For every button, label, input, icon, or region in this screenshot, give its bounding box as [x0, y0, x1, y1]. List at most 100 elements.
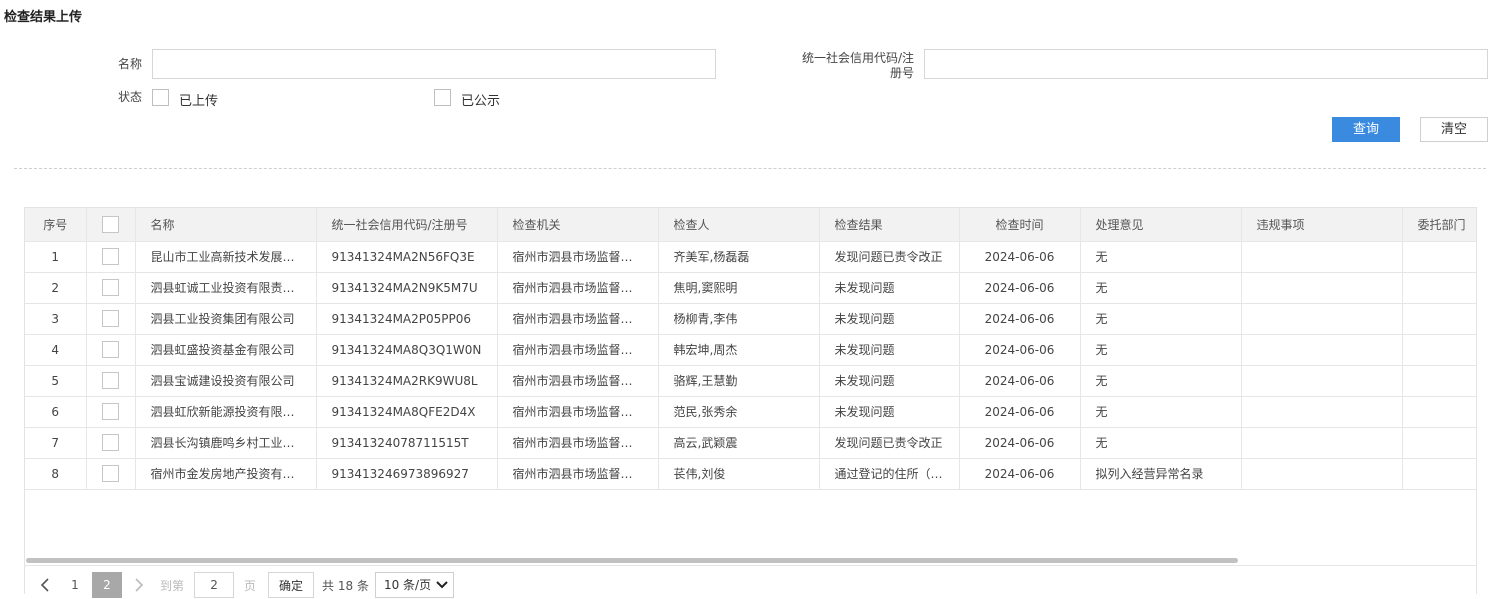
row-select[interactable]	[86, 303, 136, 335]
page-size-value: 10 条/页	[383, 578, 432, 592]
row-credit-code: 91341324MA2N56FQ3E	[316, 241, 498, 273]
row-credit-code: 91341324MA8QFE2D4X	[316, 396, 498, 428]
goto-confirm-button[interactable]: 确定	[268, 572, 315, 598]
row-select[interactable]	[86, 365, 136, 397]
goto-page-input[interactable]: 2	[194, 572, 235, 598]
row-entrusted-dept	[1402, 458, 1476, 490]
row-inspector: 骆辉,王慧勤	[658, 365, 820, 397]
name-input[interactable]	[152, 49, 716, 79]
row-credit-code: 91341324078711515T	[316, 427, 498, 459]
page-1-button[interactable]: 1	[60, 572, 90, 598]
chevron-right-icon	[135, 578, 144, 592]
total-count: 共 18 条	[322, 578, 369, 593]
col-header-opinion: 处理意见	[1080, 208, 1242, 242]
row-checkbox[interactable]	[102, 403, 119, 420]
row-credit-code: 91341324MA2P05PP06	[316, 303, 498, 335]
col-header-select-all[interactable]	[86, 208, 136, 242]
row-opinion: 无	[1080, 303, 1242, 335]
row-credit-code: 91341324MA2RK9WU8L	[316, 365, 498, 397]
status-uploaded-checkbox[interactable]	[152, 89, 169, 106]
row-select[interactable]	[86, 334, 136, 366]
row-select[interactable]	[86, 241, 136, 273]
row-authority: 宿州市泗县市场监督管理局	[497, 365, 659, 397]
row-date: 2024-06-06	[959, 241, 1081, 273]
row-credit-code: 91341324MA2N9K5M7U	[316, 272, 498, 304]
table-row[interactable]: 6 泗县虹欣新能源投资有限公司 91341324MA8QFE2D4X 宿州市泗县市场监…	[25, 396, 1476, 428]
table-row[interactable]: 8 宿州市金发房地产投资有限公司 913413246973896927 宿州市泗县市场…	[25, 458, 1476, 490]
row-violations	[1241, 396, 1403, 428]
page-size-select[interactable]: 10 条/页	[374, 572, 455, 598]
row-select[interactable]	[86, 427, 136, 459]
query-button[interactable]: 查询	[1332, 117, 1400, 142]
table-row[interactable]: 4 泗县虹盛投资基金有限公司 91341324MA8Q3Q1W0N 宿州市泗县市场监督…	[25, 334, 1476, 366]
row-checkbox[interactable]	[102, 341, 119, 358]
table-row[interactable]: 2 泗县虹诚工业投资有限责任公司 91341324MA2N9K5M7U 宿州市泗县市场…	[25, 272, 1476, 304]
row-inspector: 韩宏坤,周杰	[658, 334, 820, 366]
name-label: 名称	[117, 57, 142, 71]
row-select[interactable]	[86, 396, 136, 428]
page-title: 检查结果上传	[4, 10, 83, 25]
table-row[interactable]: 7 泗县长沟镇鹿鸣乡村工业园区 91341324078711515T 宿州市泗县市场监…	[25, 427, 1476, 459]
row-checkbox[interactable]	[102, 248, 119, 265]
row-name: 泗县工业投资集团有限公司	[135, 303, 317, 335]
row-date: 2024-06-06	[959, 396, 1081, 428]
row-inspector: 杨柳青,李伟	[658, 303, 820, 335]
table-row[interactable]: 1 昆山市工业高新技术发展投资有限公司91341324MA2N56FQ3E宿州市泗…	[25, 241, 1476, 273]
clear-button[interactable]: 清空	[1420, 117, 1488, 142]
row-opinion: 无	[1080, 427, 1242, 459]
goto-prefix: 到第	[160, 578, 185, 593]
row-entrusted-dept	[1402, 272, 1476, 304]
row-index: 8	[25, 458, 87, 490]
row-violations	[1241, 458, 1403, 490]
row-authority: 宿州市泗县市场监督管理局	[497, 334, 659, 366]
row-result: 未发现问题	[819, 303, 960, 335]
credit-code-label: 统一社会信用代码/注 册号	[770, 51, 914, 81]
row-entrusted-dept	[1402, 396, 1476, 428]
row-index: 3	[25, 303, 87, 335]
row-select[interactable]	[86, 272, 136, 304]
page-2-button[interactable]: 2	[92, 572, 122, 598]
row-checkbox[interactable]	[102, 465, 119, 482]
col-header-result: 检查结果	[819, 208, 960, 242]
row-checkbox[interactable]	[102, 279, 119, 296]
table-row[interactable]: 5 泗县宝诚建设投资有限公司 91341324MA2RK9WU8L 宿州市泗县市场监督…	[25, 365, 1476, 397]
row-inspector: 高云,武颖震	[658, 427, 820, 459]
horizontal-scrollbar[interactable]	[26, 558, 1238, 563]
row-result: 未发现问题	[819, 365, 960, 397]
row-violations	[1241, 272, 1403, 304]
row-checkbox[interactable]	[102, 310, 119, 327]
row-result: 未发现问题	[819, 272, 960, 304]
row-inspector: 焦明,窦熙明	[658, 272, 820, 304]
row-date: 2024-06-06	[959, 334, 1081, 366]
prev-page-button[interactable]	[30, 572, 60, 598]
row-opinion: 无	[1080, 272, 1242, 304]
row-name: 泗县虹诚工业投资有限责任公司	[135, 272, 317, 304]
chevron-left-icon	[40, 578, 49, 592]
credit-code-label-line2: 册号	[889, 66, 914, 80]
credit-code-input[interactable]	[924, 49, 1488, 79]
row-opinion: 无	[1080, 241, 1242, 273]
col-header-credit-code: 统一社会信用代码/注册号	[316, 208, 498, 242]
chevron-down-icon	[436, 581, 448, 589]
row-entrusted-dept	[1402, 427, 1476, 459]
row-name: 宿州市金发房地产投资有限公司	[135, 458, 317, 490]
row-select[interactable]	[86, 458, 136, 490]
row-entrusted-dept	[1402, 365, 1476, 397]
next-page-button[interactable]	[124, 572, 154, 598]
row-result: 发现问题已责令改正	[819, 241, 960, 273]
status-published-label: 已公示	[461, 94, 501, 109]
row-name: 昆山市工业高新技术发展投资有限公司	[135, 241, 317, 273]
row-credit-code: 91341324MA8Q3Q1W0N	[316, 334, 498, 366]
row-name: 泗县长沟镇鹿鸣乡村工业园区	[135, 427, 317, 459]
select-all-checkbox[interactable]	[102, 215, 119, 233]
row-opinion: 无	[1080, 396, 1242, 428]
row-checkbox[interactable]	[102, 434, 119, 451]
row-violations	[1241, 365, 1403, 397]
row-index: 5	[25, 365, 87, 397]
table-row[interactable]: 3 泗县工业投资集团有限公司 91341324MA2P05PP06 宿州市泗县市场监督…	[25, 303, 1476, 335]
status-label: 状态	[117, 90, 142, 104]
row-violations	[1241, 241, 1403, 273]
status-published-checkbox[interactable]	[434, 89, 451, 106]
row-checkbox[interactable]	[102, 372, 119, 389]
row-inspector: 范民,张秀余	[658, 396, 820, 428]
